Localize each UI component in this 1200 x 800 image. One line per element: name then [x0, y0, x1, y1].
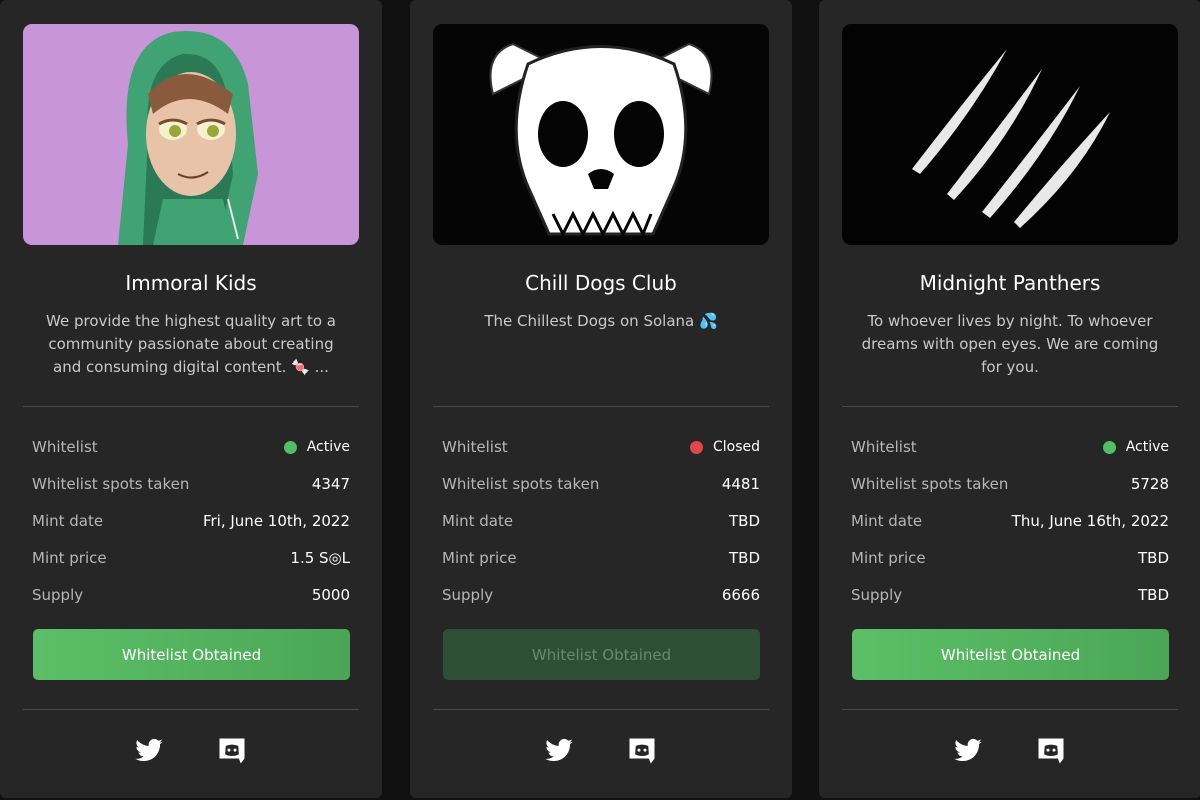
status-dot-icon: [689, 440, 703, 454]
twitter-icon[interactable]: [134, 736, 164, 766]
row-value: Fri, June 10th, 2022: [202, 512, 350, 530]
divider: [433, 709, 769, 710]
info-row-whitelist: Whitelist Active: [851, 435, 1169, 459]
row-label: Supply: [851, 586, 903, 604]
row-label: Mint date: [851, 512, 923, 530]
row-value: TBD: [728, 512, 760, 530]
discord-icon[interactable]: [1036, 736, 1066, 766]
row-label: Mint price: [442, 549, 517, 567]
divider: [23, 406, 359, 407]
row-label: Mint date: [32, 512, 104, 530]
row-label: Whitelist: [851, 438, 917, 456]
whitelist-status: Closed: [689, 439, 760, 455]
divider: [842, 406, 1178, 407]
row-value: Thu, June 16th, 2022: [1011, 512, 1169, 530]
discord-icon[interactable]: [217, 736, 247, 766]
row-value: 6666: [721, 586, 760, 604]
row-label: Supply: [442, 586, 494, 604]
discord-icon[interactable]: [627, 736, 657, 766]
info-row-mint-price: Mint price TBD: [442, 546, 760, 570]
status-dot-icon: [283, 440, 297, 454]
status-text: Active: [1125, 439, 1169, 455]
twitter-icon[interactable]: [544, 736, 574, 766]
status-text: Active: [306, 439, 350, 455]
whitelist-status: Active: [1102, 439, 1169, 455]
info-row-whitelist: Whitelist Active: [32, 435, 350, 459]
twitter-icon[interactable]: [953, 736, 983, 766]
row-label: Whitelist: [32, 438, 98, 456]
info-row-mint-date: Mint date TBD: [442, 509, 760, 533]
row-label: Supply: [32, 586, 84, 604]
hooded-kid-illustration: [23, 24, 359, 245]
project-title: Immoral Kids: [125, 271, 257, 295]
status-dot-icon: [1102, 440, 1116, 454]
row-label: Whitelist spots taken: [851, 475, 1009, 493]
project-description: We provide the highest quality art to a …: [46, 312, 336, 376]
info-row-mint-date: Mint date Thu, June 16th, 2022: [851, 509, 1169, 533]
whitelist-obtained-button[interactable]: Whitelist Obtained: [443, 629, 760, 680]
row-value: 4481: [721, 475, 760, 493]
row-value: TBD: [1137, 586, 1169, 604]
project-title: Chill Dogs Club: [525, 271, 677, 295]
row-label: Mint price: [851, 549, 926, 567]
project-description: The Chillest Dogs on Solana 💦: [484, 312, 718, 330]
project-title: Midnight Panthers: [919, 271, 1101, 295]
info-row-supply: Supply TBD: [851, 583, 1169, 607]
divider: [23, 709, 359, 710]
info-row-supply: Supply 5000: [32, 583, 350, 607]
whitelist-obtained-button[interactable]: Whitelist Obtained: [33, 629, 350, 680]
row-value: 5000: [311, 586, 350, 604]
project-art-image[interactable]: [23, 24, 359, 245]
info-row-spots-taken: Whitelist spots taken 4481: [442, 472, 760, 496]
row-label: Whitelist spots taken: [32, 475, 190, 493]
info-row-spots-taken: Whitelist spots taken 4347: [32, 472, 350, 496]
row-label: Whitelist spots taken: [442, 475, 600, 493]
project-card: Immoral Kids We provide the highest qual…: [0, 0, 382, 798]
project-card: Midnight Panthers To whoever lives by ni…: [819, 0, 1200, 798]
divider: [842, 709, 1178, 710]
info-row-spots-taken: Whitelist spots taken 5728: [851, 472, 1169, 496]
info-row-mint-date: Mint date Fri, June 10th, 2022: [32, 509, 350, 533]
row-value: 1.5 S◎L: [290, 549, 350, 567]
info-row-mint-price: Mint price 1.5 S◎L: [32, 546, 350, 570]
status-text: Closed: [712, 439, 760, 455]
claw-marks-illustration: [842, 24, 1178, 245]
whitelist-obtained-button[interactable]: Whitelist Obtained: [852, 629, 1169, 680]
dog-skull-illustration: [433, 24, 769, 245]
info-row-supply: Supply 6666: [442, 583, 760, 607]
project-art-image[interactable]: [842, 24, 1178, 245]
project-card: Chill Dogs Club The Chillest Dogs on Sol…: [410, 0, 792, 798]
row-value: 4347: [311, 475, 350, 493]
row-value: TBD: [728, 549, 760, 567]
row-value: 5728: [1130, 475, 1169, 493]
row-label: Mint date: [442, 512, 514, 530]
row-value: TBD: [1137, 549, 1169, 567]
divider: [433, 406, 769, 407]
project-description: To whoever lives by night. To whoever dr…: [861, 312, 1159, 376]
info-row-mint-price: Mint price TBD: [851, 546, 1169, 570]
row-label: Whitelist: [442, 438, 508, 456]
project-art-image[interactable]: [433, 24, 769, 245]
whitelist-status: Active: [283, 439, 350, 455]
row-label: Mint price: [32, 549, 107, 567]
info-row-whitelist: Whitelist Closed: [442, 435, 760, 459]
